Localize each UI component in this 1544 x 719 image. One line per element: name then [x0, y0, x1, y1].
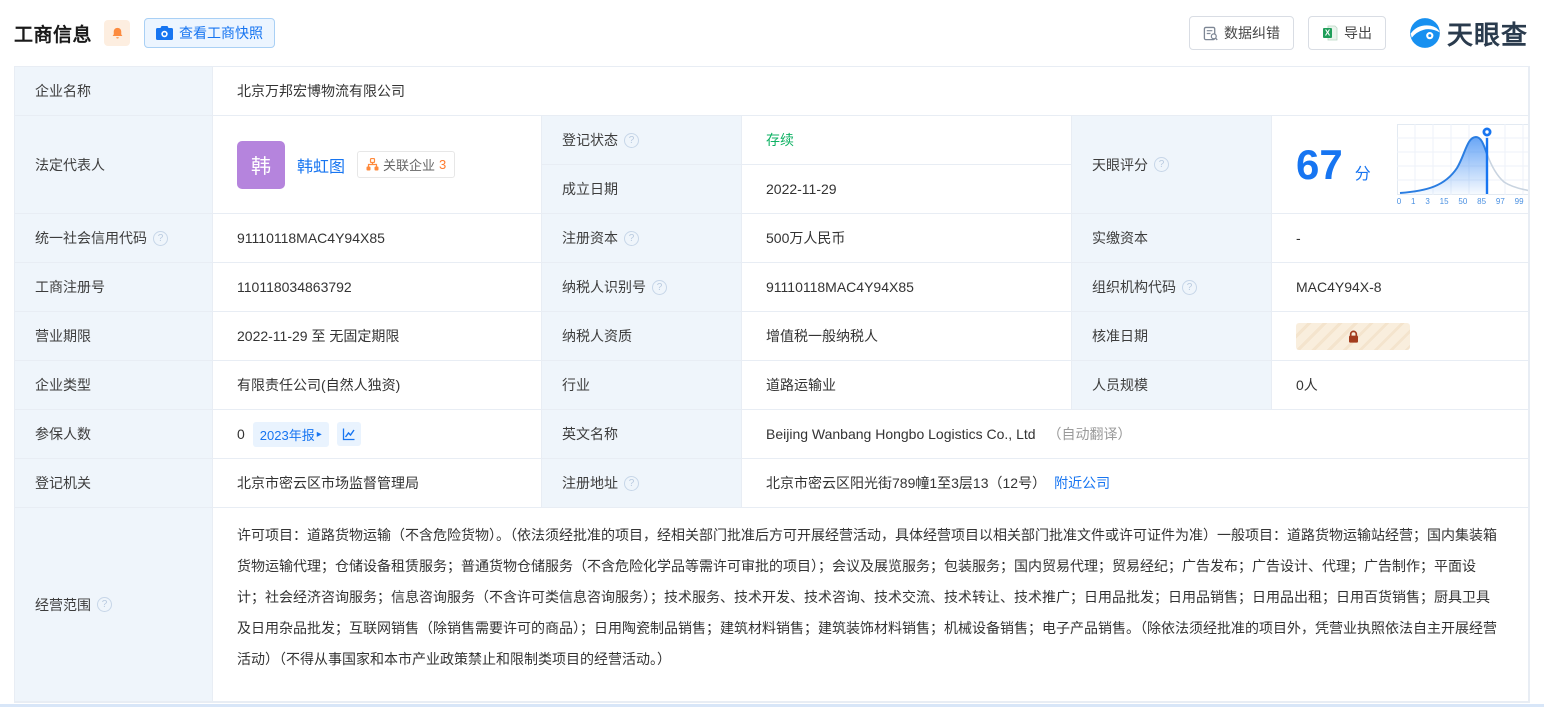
taxpayer-quality-value: 增值税一般纳税人	[742, 312, 1072, 361]
related-companies-tag[interactable]: 关联企业 3	[357, 151, 456, 178]
reg-number-value: 110118034863792	[213, 263, 542, 312]
legal-rep-value: 韩 韩虹图 关联企业 3	[213, 116, 542, 214]
help-icon[interactable]	[1154, 157, 1169, 172]
business-scope-label: 经营范围	[15, 508, 213, 702]
reg-capital-value: 500万人民币	[742, 214, 1072, 263]
help-icon[interactable]	[97, 597, 112, 612]
business-term-value: 2022-11-29 至 无固定期限	[213, 312, 542, 361]
org-code-value: MAC4Y94X-8	[1272, 263, 1529, 312]
help-icon[interactable]	[624, 230, 639, 246]
line-chart-icon	[342, 427, 356, 441]
related-companies-count: 3	[439, 157, 447, 172]
paid-capital-value: -	[1272, 214, 1529, 263]
company-name-value: 北京万邦宏博物流有限公司	[213, 67, 1529, 116]
company-type-value: 有限责任公司(自然人独资)	[213, 361, 542, 410]
tianyancha-logo-icon	[1408, 16, 1442, 50]
camera-icon	[156, 26, 174, 40]
legal-rep-name-link[interactable]: 韩虹图	[297, 153, 345, 177]
reg-address-value: 北京市密云区阳光街789幢1至3层13（12号） 附近公司	[742, 459, 1529, 508]
org-chart-icon	[366, 158, 379, 171]
help-icon[interactable]	[1182, 279, 1197, 295]
lock-icon	[1346, 329, 1361, 344]
help-icon[interactable]	[652, 279, 667, 295]
locked-value-placeholder[interactable]	[1296, 322, 1410, 350]
data-correction-button[interactable]: 数据纠错	[1188, 16, 1294, 50]
reg-authority-label: 登记机关	[15, 459, 213, 508]
section-header: 工商信息 查看工商快照 数据纠错 X 导出 天眼查	[0, 0, 1544, 66]
nearby-companies-link[interactable]: 附近公司	[1054, 473, 1110, 493]
company-type-label: 企业类型	[15, 361, 213, 410]
score-axis-ticks: 0131550859799100	[1396, 196, 1524, 206]
staff-size-label: 人员规模	[1072, 361, 1272, 410]
reg-address-label: 注册地址	[542, 459, 742, 508]
insured-count-label: 参保人数	[15, 410, 213, 459]
reg-capital-label: 注册资本	[542, 214, 742, 263]
help-icon[interactable]	[624, 132, 639, 148]
taxpayer-id-value: 91110118MAC4Y94X85	[742, 263, 1072, 312]
auto-translate-note: （自动翻译）	[1047, 426, 1132, 442]
credit-code-label: 统一社会信用代码	[15, 214, 213, 263]
approve-date-value	[1272, 312, 1529, 361]
insured-count-value: 0 2023年报 ▸	[213, 410, 542, 459]
tianyan-score-label: 天眼评分	[1072, 116, 1272, 214]
score-number: 67	[1296, 140, 1343, 188]
company-name-label: 企业名称	[15, 67, 213, 116]
help-icon[interactable]	[624, 475, 639, 491]
tianyancha-logo[interactable]: 天眼查	[1408, 15, 1528, 52]
industry-label: 行业	[542, 361, 742, 410]
reg-number-label: 工商注册号	[15, 263, 213, 312]
reg-status-label: 登记状态	[542, 116, 742, 165]
view-business-snapshot-button[interactable]: 查看工商快照	[144, 18, 276, 48]
annual-report-tag[interactable]: 2023年报 ▸	[252, 421, 329, 447]
bell-icon	[110, 26, 125, 41]
insured-trend-button[interactable]	[336, 422, 361, 446]
data-correction-icon	[1203, 26, 1218, 41]
tianyan-score-value: 67 分 0 1 3 15 50 85 97 99	[1272, 116, 1529, 214]
legal-rep-label: 法定代表人	[15, 116, 213, 214]
section-divider	[0, 704, 1544, 707]
help-icon[interactable]	[153, 230, 168, 246]
business-term-label: 营业期限	[15, 312, 213, 361]
svg-text:X: X	[1325, 29, 1331, 38]
english-name-label: 英文名称	[542, 410, 742, 459]
establish-date-value: 2022-11-29	[742, 165, 1072, 214]
notification-bell-button[interactable]	[104, 20, 131, 46]
business-scope-value: 许可项目：道路货物运输（不含危险货物）。（依法须经批准的项目，经相关部门批准后方…	[213, 508, 1529, 702]
org-code-label: 组织机构代码	[1072, 263, 1272, 312]
paid-capital-label: 实缴资本	[1072, 214, 1272, 263]
credit-code-value: 91110118MAC4Y94X85	[213, 214, 542, 263]
taxpayer-quality-label: 纳税人资质	[542, 312, 742, 361]
page-title: 工商信息	[14, 24, 93, 46]
approve-date-label: 核准日期	[1072, 312, 1272, 361]
export-button[interactable]: X 导出	[1307, 16, 1386, 50]
score-unit: 分	[1354, 165, 1371, 183]
caret-right-icon: ▸	[316, 428, 322, 440]
english-name-value: Beijing Wanbang Hongbo Logistics Co., Lt…	[742, 410, 1529, 459]
reg-status-value: 存续	[742, 116, 1072, 165]
staff-size-value: 0人	[1272, 361, 1529, 410]
establish-date-label: 成立日期	[542, 165, 742, 214]
legal-rep-avatar[interactable]: 韩	[237, 140, 285, 189]
taxpayer-id-label: 纳税人识别号	[542, 263, 742, 312]
business-info-table: 企业名称 北京万邦宏博物流有限公司 法定代表人 韩 韩虹图 关联企业 3 登记状…	[14, 66, 1530, 703]
reg-authority-value: 北京市密云区市场监督管理局	[213, 459, 542, 508]
industry-value: 道路运输业	[742, 361, 1072, 410]
excel-icon: X	[1322, 25, 1338, 41]
score-distribution-chart: 0131550859799100	[1396, 123, 1528, 206]
